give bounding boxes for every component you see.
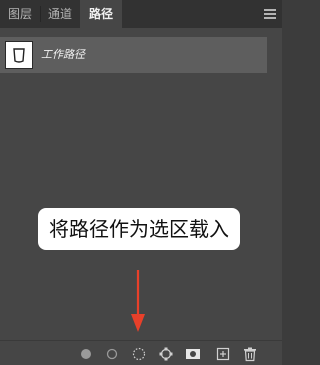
fill-path-icon <box>81 349 91 359</box>
stroke-path-icon <box>106 348 118 360</box>
path-shape-icon <box>13 48 25 63</box>
delete-path-icon <box>244 347 256 362</box>
add-mask-icon <box>186 349 200 359</box>
panel-menu-icon[interactable] <box>264 8 276 20</box>
path-item-work-path[interactable]: 工作路径 <box>0 37 267 73</box>
tab-layers[interactable]: 图层 <box>0 0 40 28</box>
make-work-path-button[interactable] <box>158 346 174 362</box>
red-arrow-icon <box>131 270 145 332</box>
add-mask-button[interactable] <box>185 346 201 362</box>
tab-channels[interactable]: 通道 <box>40 0 80 28</box>
tab-paths[interactable]: 路径 <box>80 0 122 28</box>
stroke-path-button[interactable] <box>104 346 120 362</box>
fill-path-button[interactable] <box>78 346 94 362</box>
make-work-path-icon <box>159 347 173 361</box>
panel-bottom-toolbar <box>0 340 282 365</box>
panel-tab-bar: 图层 通道 路径 <box>0 0 282 28</box>
path-thumbnail <box>5 41 33 69</box>
new-path-button[interactable] <box>215 346 231 362</box>
load-as-selection-icon <box>132 347 146 361</box>
paths-panel: 图层 通道 路径 工作路径 将路径作为选区载入 <box>0 0 282 365</box>
delete-path-button[interactable] <box>242 346 258 362</box>
load-as-selection-button[interactable] <box>131 346 147 362</box>
path-name: 工作路径 <box>41 48 85 61</box>
tooltip-callout: 将路径作为选区载入 <box>38 208 240 250</box>
new-path-icon <box>216 347 230 361</box>
